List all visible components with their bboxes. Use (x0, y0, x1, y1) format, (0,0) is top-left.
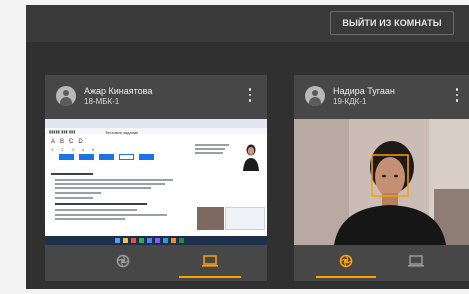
laptop-icon (202, 255, 218, 267)
screen-view-button[interactable] (406, 251, 426, 277)
participant-group: 19-КДК-1 (333, 97, 367, 106)
screen-share-view: ▮▮▮▮▮ ▮▮▮ ▮▮▮ Тестовое задание ABCD 1234… (45, 119, 267, 245)
camera-video (294, 119, 469, 245)
participant-tile: Надира Тугаан 19-КДК-1 (294, 75, 469, 281)
active-view-indicator (179, 276, 241, 278)
participants-grid: Ажар Кинаятова 18-МБК-1 ▮▮▮▮▮ ▮▮▮ ▮▮▮ Те… (26, 42, 469, 289)
person-icon (56, 86, 76, 106)
leave-room-button[interactable]: ВЫЙТИ ИЗ КОМНАТЫ (330, 11, 454, 35)
tile-controls (45, 247, 267, 281)
more-vert-icon[interactable] (248, 88, 252, 102)
participant-video-frame (294, 119, 469, 245)
participant-thumbnail (241, 141, 261, 171)
meeting-room: ВЫЙТИ ИЗ КОМНАТЫ Ажар Кинаятова 18-МБК-1… (26, 5, 469, 289)
answer-options: ABCD (51, 139, 88, 145)
participant-name: Надира Тугаан (333, 86, 395, 96)
laptop-icon (408, 255, 424, 267)
tile-controls (294, 247, 469, 281)
camera-aperture-icon (339, 254, 353, 268)
camera-view-button[interactable] (336, 251, 356, 277)
camera-view-button[interactable] (113, 251, 133, 277)
more-vert-icon[interactable] (455, 88, 459, 102)
screen-view-button[interactable] (200, 251, 220, 277)
question-numbers: 12345 (51, 147, 103, 152)
top-bar: ВЫЙТИ ИЗ КОМНАТЫ (26, 5, 469, 42)
share-tab-text: Тестовое задание (105, 130, 139, 135)
participant-tile: Ажар Кинаятова 18-МБК-1 ▮▮▮▮▮ ▮▮▮ ▮▮▮ Те… (45, 75, 267, 281)
active-view-indicator (316, 276, 376, 278)
camera-aperture-icon (116, 254, 130, 268)
participant-name: Ажар Кинаятова (84, 86, 153, 96)
participant-group: 18-МБК-1 (84, 97, 120, 106)
person-icon (305, 86, 325, 106)
